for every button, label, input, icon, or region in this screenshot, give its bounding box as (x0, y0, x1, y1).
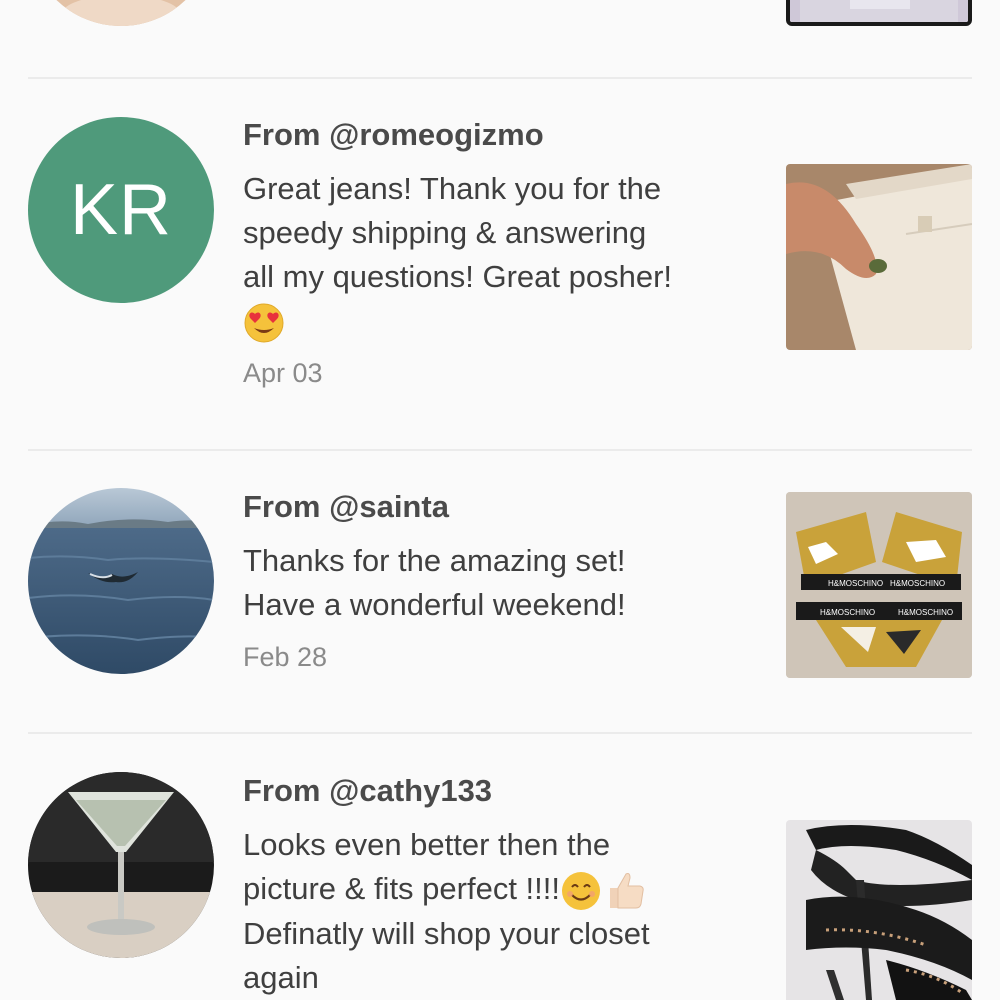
divider (28, 732, 972, 734)
brand-label: H&MOSCHINO (898, 608, 953, 617)
reviewer-avatar[interactable] (28, 0, 214, 26)
smiling-face-emoji (560, 870, 602, 912)
thumbs-up-emoji (602, 870, 648, 912)
review-message-line: again (243, 959, 319, 995)
review-author[interactable]: From @cathy133 (243, 773, 492, 809)
item-thumbnail[interactable]: H&MOSCHINO H&MOSCHINO H&MOSCHINO H&MOSCH… (786, 492, 972, 678)
review-date: Apr 03 (243, 358, 323, 388)
brand-label: H&MOSCHINO (820, 608, 875, 617)
review-message-line: Thanks for the amazing set! (243, 543, 626, 578)
reviewer-avatar[interactable]: KR (28, 117, 214, 303)
reviewer-avatar[interactable] (28, 772, 214, 958)
divider (28, 449, 972, 451)
review-message: Great jeans! Thank you for the speedy sh… (243, 167, 743, 344)
review-message: Thanks for the amazing set! Have a wonde… (243, 539, 743, 627)
review-date: Feb 28 (243, 642, 328, 672)
review-message-line: Definatly will shop your closet (243, 915, 650, 951)
item-thumbnail[interactable] (786, 820, 972, 1000)
avatar-initials: KR (69, 170, 173, 250)
review-message-line: speedy shipping & answering (243, 215, 647, 250)
review-author[interactable]: From @sainta (243, 489, 449, 525)
heart-eyes-emoji (243, 302, 285, 344)
review-message-line (243, 299, 743, 344)
review-message-line: Great jeans! Thank you for the (243, 171, 662, 206)
item-thumbnail[interactable] (786, 0, 972, 26)
brand-label: H&MOSCHINO (828, 579, 883, 588)
review-message-line: picture & fits perfect !!!! (243, 867, 743, 912)
review-message: Looks even better then the picture & fit… (243, 823, 743, 1000)
review-author[interactable]: From @romeogizmo (243, 117, 544, 153)
item-thumbnail[interactable] (786, 164, 972, 350)
divider (28, 77, 972, 79)
review-message-line: Have a wonderful weekend! (243, 587, 626, 622)
review-message-line: all my questions! Great posher! (243, 259, 673, 294)
brand-label: H&MOSCHINO (890, 579, 945, 588)
review-message-text: picture & fits perfect !!!! (243, 871, 561, 906)
review-message-line: Looks even better then the (243, 827, 611, 862)
reviewer-avatar[interactable] (28, 488, 214, 674)
reviews-screen: KR From @romeogizmo Great jeans! Thank y… (0, 0, 1000, 1000)
